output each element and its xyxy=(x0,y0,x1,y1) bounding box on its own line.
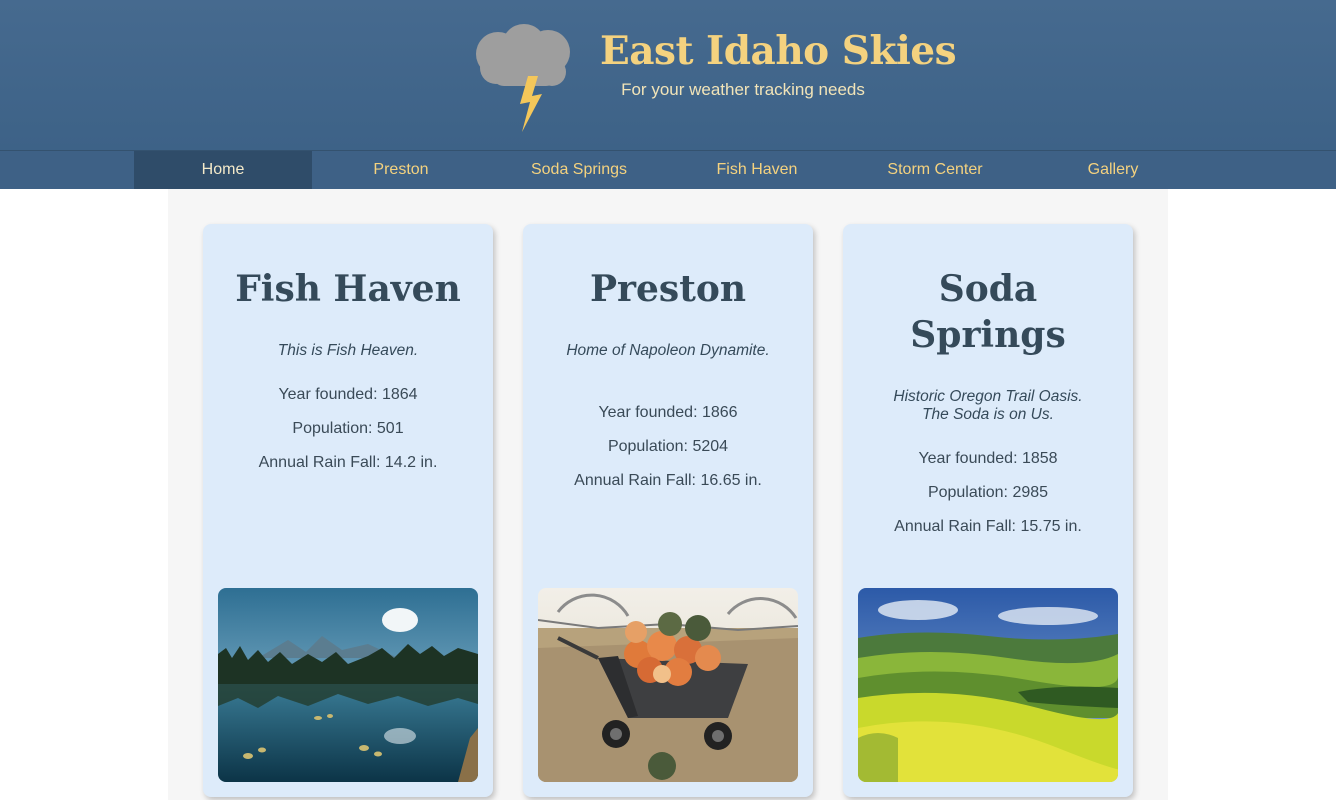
town-motto: Home of Napoleon Dynamite. xyxy=(566,342,770,359)
site-header: East Idaho Skies For your weather tracki… xyxy=(0,0,1336,150)
nav-item-home[interactable]: Home xyxy=(134,151,312,189)
town-rainfall: Annual Rain Fall: 14.2 in. xyxy=(258,454,438,471)
storm-cloud-lightning-icon[interactable] xyxy=(472,22,576,134)
town-year-founded: Year founded: 1858 xyxy=(918,450,1058,467)
nav-item-gallery[interactable]: Gallery xyxy=(1024,151,1202,189)
site-tagline: For your weather tracking needs xyxy=(621,80,865,99)
town-motto: This is Fish Heaven. xyxy=(277,342,419,359)
nav-item-preston[interactable]: Preston xyxy=(312,151,490,189)
town-name: Soda Springs xyxy=(910,268,1066,356)
main-content: Fish Haven This is Fish Heaven. Year fou… xyxy=(168,189,1168,800)
main-nav: Home Preston Soda Springs Fish Haven Sto… xyxy=(0,150,1336,189)
town-population: Population: 5204 xyxy=(607,438,729,455)
town-name: Fish Haven xyxy=(235,268,461,310)
nav-item-storm-center[interactable]: Storm Center xyxy=(846,151,1024,189)
town-rainfall: Annual Rain Fall: 16.65 in. xyxy=(574,472,762,489)
town-motto: Historic Oregon Trail Oasis. The Soda is… xyxy=(893,388,1083,423)
site-title: East Idaho Skies xyxy=(600,28,957,74)
nav-item-soda-springs[interactable]: Soda Springs xyxy=(490,151,668,189)
town-year-founded: Year founded: 1866 xyxy=(598,404,738,421)
town-card-soda-springs: Soda Springs Historic Oregon Trail Oasis… xyxy=(843,224,1133,797)
town-rainfall: Annual Rain Fall: 15.75 in. xyxy=(894,518,1082,535)
town-population: Population: 501 xyxy=(292,420,404,437)
town-card-fish-haven: Fish Haven This is Fish Heaven. Year fou… xyxy=(203,224,493,797)
town-card-preston: Preston Home of Napoleon Dynamite. Year … xyxy=(523,224,813,797)
town-population: Population: 2985 xyxy=(927,484,1049,501)
nav-item-fish-haven[interactable]: Fish Haven xyxy=(668,151,846,189)
mountain-lake-photo xyxy=(218,588,478,782)
rolling-fields-photo xyxy=(858,588,1118,782)
town-year-founded: Year founded: 1864 xyxy=(278,386,418,403)
pumpkin-wheelbarrow-photo xyxy=(538,588,798,782)
town-name: Preston xyxy=(589,268,747,310)
